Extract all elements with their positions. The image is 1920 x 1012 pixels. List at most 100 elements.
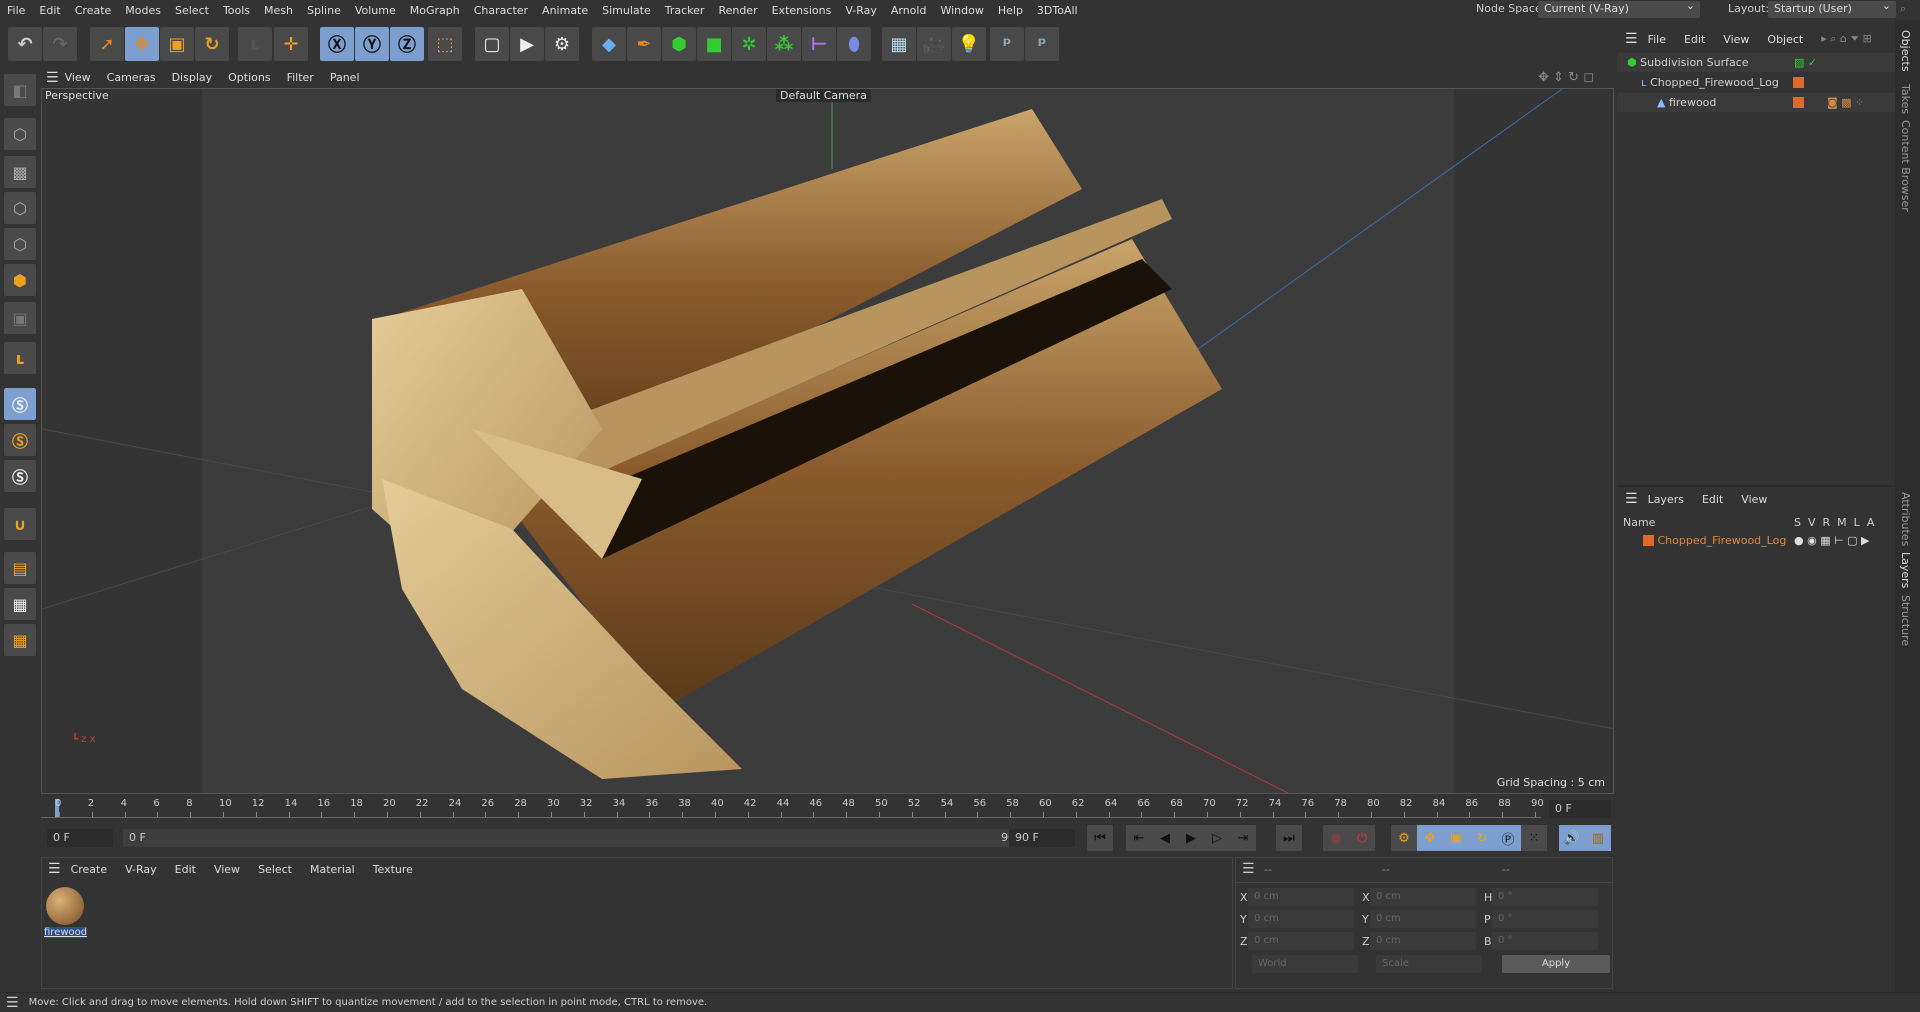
- viewport-menu-options[interactable]: Options: [228, 71, 270, 84]
- timeline-ruler[interactable]: 0 F 0 2 4 6 8 10 12 14 16 18 20 22 24 26 28 30 32 34 36 38 4…: [41, 795, 1614, 822]
- menu-3dtoall[interactable]: 3DToAll: [1030, 4, 1085, 17]
- material-menu-select[interactable]: Select: [258, 863, 292, 876]
- goto-end-icon[interactable]: ⏭: [1276, 825, 1302, 851]
- y-axis-icon[interactable]: Ⓨ: [355, 27, 389, 61]
- workplane-icon[interactable]: ▤: [4, 552, 36, 584]
- lock-workplane-icon[interactable]: ▦: [4, 588, 36, 620]
- layer-color[interactable]: [1793, 97, 1804, 108]
- texture-mode-icon[interactable]: ▩: [4, 156, 36, 188]
- menu-file[interactable]: File: [0, 4, 32, 17]
- uv-mode-icon[interactable]: ▣: [4, 302, 36, 334]
- tab-content-browser[interactable]: Content Browser: [1899, 120, 1912, 212]
- keyframe-selection-icon[interactable]: ⚙: [1391, 825, 1417, 851]
- key-position-icon[interactable]: ✥: [1417, 825, 1443, 851]
- menu-mesh[interactable]: Mesh: [257, 4, 300, 17]
- scale-tool-icon[interactable]: ▣: [160, 27, 194, 61]
- undo-icon[interactable]: ↶: [8, 27, 42, 61]
- object-row[interactable]: ▲ firewood ◙ ▩ ⁘: [1617, 93, 1895, 112]
- workplane-mode-icon[interactable]: ▦: [4, 624, 36, 656]
- enabled-check-icon[interactable]: ▨ ✓: [1794, 56, 1817, 69]
- hamburger-icon[interactable]: ☰: [46, 70, 59, 86]
- transform-icon[interactable]: ✛: [274, 27, 308, 61]
- camera-label[interactable]: Default Camera: [776, 89, 871, 102]
- z-axis-icon[interactable]: Ⓩ: [390, 27, 424, 61]
- x-axis-icon[interactable]: Ⓧ: [320, 27, 354, 61]
- move-tool-icon[interactable]: ✥: [125, 27, 159, 61]
- end-frame-field[interactable]: 90 F: [1009, 829, 1075, 847]
- menu-tools[interactable]: Tools: [216, 4, 257, 17]
- python-icon[interactable]: ᵖ: [990, 27, 1024, 61]
- light-icon[interactable]: 💡: [952, 27, 986, 61]
- objects-menu-view[interactable]: View: [1723, 33, 1749, 46]
- menu-tracker[interactable]: Tracker: [658, 4, 712, 17]
- menu-mograph[interactable]: MoGraph: [403, 4, 467, 17]
- record-icon[interactable]: ●: [1323, 825, 1349, 851]
- tab-layers[interactable]: Layers: [1899, 552, 1912, 588]
- select-tool-icon[interactable]: ➚: [90, 27, 124, 61]
- node-space-dropdown[interactable]: Current (V-Ray): [1538, 0, 1700, 18]
- goto-start-icon[interactable]: ⏮: [1087, 825, 1113, 851]
- menu-arnold[interactable]: Arnold: [884, 4, 934, 17]
- material-menu-material[interactable]: Material: [310, 863, 355, 876]
- play-icon[interactable]: ▶: [1178, 825, 1204, 851]
- object-row[interactable]: ⬢ Subdivision Surface ▨ ✓: [1617, 53, 1895, 72]
- python-icon[interactable]: ᵖ: [1025, 27, 1059, 61]
- render-icon[interactable]: ▶: [510, 27, 544, 61]
- coord-field[interactable]: 0 cm: [1370, 910, 1476, 928]
- key-param-icon[interactable]: Ⓟ: [1495, 825, 1521, 851]
- next-frame-icon[interactable]: ▷: [1204, 825, 1230, 851]
- viewport-nav-icons[interactable]: ✥ ⇕ ↻ ◻: [1538, 70, 1594, 85]
- menu-animate[interactable]: Animate: [535, 4, 595, 17]
- viewport-menu-display[interactable]: Display: [172, 71, 213, 84]
- key-pla-icon[interactable]: ⁙: [1521, 825, 1547, 851]
- extrude-icon[interactable]: ■: [697, 27, 731, 61]
- current-frame-field[interactable]: 0 F: [1549, 800, 1611, 818]
- layer-color[interactable]: [1643, 535, 1654, 546]
- key-rotation-icon[interactable]: ↻: [1469, 825, 1495, 851]
- tab-objects[interactable]: Objects: [1899, 30, 1912, 72]
- edges-mode-icon[interactable]: ⬡: [4, 228, 36, 260]
- coord-field[interactable]: 0 cm: [1248, 932, 1354, 950]
- menu-select[interactable]: Select: [168, 4, 216, 17]
- objects-menu-file[interactable]: File: [1648, 33, 1666, 46]
- prev-frame-icon[interactable]: ◀: [1152, 825, 1178, 851]
- menu-simulate[interactable]: Simulate: [595, 4, 658, 17]
- apply-button[interactable]: Apply: [1502, 955, 1610, 973]
- coord-field[interactable]: 0 °: [1492, 932, 1598, 950]
- layer-row[interactable]: Chopped_Firewood_Log ● ◉ ▦ ⊢ ▢ ▶: [1617, 531, 1895, 550]
- 3d-viewport[interactable]: Perspective Default Camera ┗ z x Grid Sp…: [41, 88, 1614, 794]
- menu-character[interactable]: Character: [467, 4, 535, 17]
- make-editable-icon[interactable]: ◧: [4, 74, 36, 106]
- hamburger-icon[interactable]: ☰: [1625, 491, 1638, 507]
- viewport-menu-filter[interactable]: Filter: [287, 71, 314, 84]
- coord-field[interactable]: 0 °: [1492, 888, 1598, 906]
- field-icon[interactable]: ⬮: [837, 27, 871, 61]
- viewport-menu-view[interactable]: View: [65, 71, 91, 84]
- subdivision-icon[interactable]: ⬢: [662, 27, 696, 61]
- space-dropdown[interactable]: World: [1252, 955, 1358, 973]
- menu-volume[interactable]: Volume: [348, 4, 403, 17]
- objects-tool-icons[interactable]: ▸ ⌕ ⌂ ⏷ ⊞: [1821, 32, 1872, 46]
- camera-icon[interactable]: 🎥: [917, 27, 951, 61]
- tab-attributes[interactable]: Attributes: [1899, 492, 1912, 546]
- menu-window[interactable]: Window: [933, 4, 990, 17]
- menu-edit[interactable]: Edit: [32, 4, 67, 17]
- axis-icon[interactable]: ʟ: [4, 342, 36, 374]
- render-settings-icon[interactable]: ⚙: [545, 27, 579, 61]
- menu-render[interactable]: Render: [711, 4, 764, 17]
- tab-structure[interactable]: Structure: [1899, 595, 1912, 646]
- material-swatch[interactable]: firewood: [44, 885, 87, 941]
- menu-v-ray[interactable]: V-Ray: [838, 4, 884, 17]
- coordinate-system-icon[interactable]: ⬚: [428, 27, 462, 61]
- layer-toggle-icons[interactable]: ● ◉ ▦ ⊢ ▢ ▶: [1794, 534, 1870, 547]
- prev-key-icon[interactable]: ⇤: [1126, 825, 1152, 851]
- coord-field[interactable]: 0 cm: [1248, 888, 1354, 906]
- next-key-icon[interactable]: ⇥: [1230, 825, 1256, 851]
- objects-menu-object[interactable]: Object: [1767, 33, 1803, 46]
- sound-icon[interactable]: 🔊: [1559, 825, 1585, 851]
- objects-menu-edit[interactable]: Edit: [1684, 33, 1705, 46]
- hamburger-icon[interactable]: ☰: [48, 861, 61, 877]
- snap-mode-icon[interactable]: Ⓢ: [4, 460, 36, 492]
- layout-dropdown[interactable]: Startup (User): [1768, 0, 1896, 18]
- hamburger-icon[interactable]: ☰: [1625, 31, 1638, 47]
